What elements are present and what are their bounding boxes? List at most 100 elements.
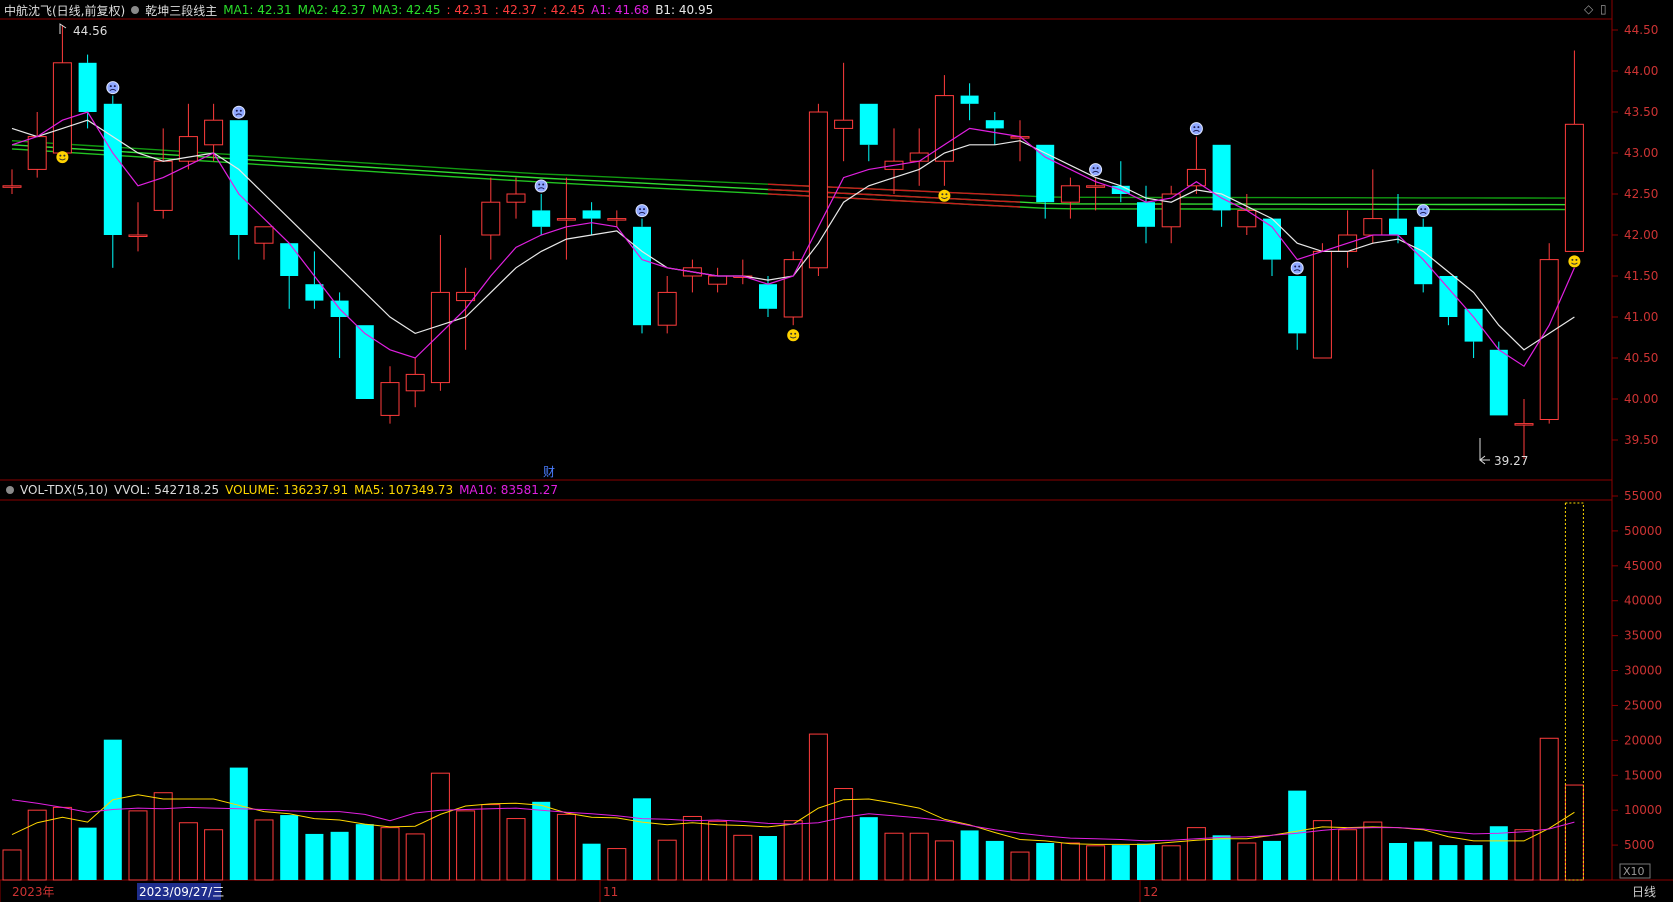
volume-tick-label: 45000 bbox=[1624, 559, 1662, 573]
volume-bar bbox=[1539, 737, 1559, 881]
volume-bar bbox=[1186, 827, 1206, 881]
volume-bar bbox=[607, 848, 627, 881]
candle-body bbox=[859, 103, 878, 145]
candle-body bbox=[280, 243, 299, 276]
volume-bar bbox=[78, 827, 97, 880]
candle bbox=[934, 75, 954, 186]
price-tick-label: 44.50 bbox=[1624, 23, 1658, 37]
candle-body bbox=[582, 210, 601, 219]
candle bbox=[2, 169, 22, 194]
volume-bar bbox=[1464, 845, 1483, 880]
volume-value: VOLUME: 136237.91 bbox=[225, 483, 349, 497]
candle bbox=[1439, 276, 1458, 326]
diamond-icon[interactable]: ◇ bbox=[1584, 2, 1593, 16]
ma1-value: MA1: 42.31 bbox=[223, 3, 292, 17]
sad-face bbox=[1290, 261, 1304, 275]
volume-bars[interactable] bbox=[2, 502, 1584, 881]
volume-bar bbox=[481, 804, 501, 881]
volume-bar bbox=[1111, 845, 1130, 880]
sad-face-icon bbox=[1089, 163, 1103, 177]
period-label[interactable]: 日线 bbox=[1632, 885, 1656, 899]
candle-body bbox=[1439, 276, 1458, 317]
price-tick-label: 43.50 bbox=[1624, 105, 1658, 119]
candle-body bbox=[607, 218, 627, 221]
candle bbox=[657, 276, 677, 334]
volume-bar bbox=[556, 813, 576, 881]
price-tick-label: 41.50 bbox=[1624, 269, 1658, 283]
sad-face-eye bbox=[639, 208, 641, 211]
candle-body bbox=[405, 373, 425, 392]
candle bbox=[708, 267, 728, 293]
chart-canvas[interactable]: 44.50 44.00 43.50 43.00 42.50 42.00 41.50 41.00… bbox=[0, 0, 1673, 902]
candlesticks[interactable] bbox=[2, 25, 1584, 459]
volume-bar bbox=[254, 819, 274, 881]
candle bbox=[1564, 50, 1584, 252]
volume-bar bbox=[204, 829, 224, 881]
candle bbox=[532, 194, 551, 235]
window-collapse-icon[interactable]: ▯ bbox=[1600, 2, 1607, 16]
volume-bar bbox=[405, 833, 425, 881]
candle bbox=[884, 128, 904, 194]
volume-indicator-name[interactable]: VOL-TDX(5,10) bbox=[20, 483, 108, 497]
volume-bar bbox=[2, 849, 22, 881]
candle bbox=[506, 177, 526, 219]
sad-face bbox=[1416, 204, 1430, 218]
r2-value: : 42.37 bbox=[494, 3, 537, 17]
date-axis-cursor: 2023/09/27/三 bbox=[139, 885, 224, 899]
volume-bar bbox=[1237, 842, 1257, 881]
smiley-eye bbox=[794, 332, 797, 335]
financial-report-marker[interactable]: 财 bbox=[543, 465, 555, 479]
sad-face-eye bbox=[109, 85, 112, 88]
candle-body bbox=[657, 291, 677, 326]
sad-face bbox=[232, 105, 246, 119]
volume-bar bbox=[985, 840, 1004, 880]
vol-ma10-value: MA10: 83581.27 bbox=[459, 483, 559, 497]
candle bbox=[78, 54, 97, 129]
smiley-icon bbox=[787, 329, 800, 342]
candle-body bbox=[1237, 209, 1257, 228]
candle-body bbox=[456, 291, 476, 302]
candle-body bbox=[1564, 123, 1584, 252]
indicator-toggle-icon[interactable] bbox=[131, 6, 140, 14]
volume-bar bbox=[430, 772, 450, 881]
volume-toggle-icon[interactable] bbox=[6, 486, 14, 494]
a1-value: A1: 41.68 bbox=[591, 3, 650, 17]
volume-bar bbox=[380, 827, 400, 881]
candle-body bbox=[1514, 423, 1534, 426]
candle-body bbox=[1389, 218, 1407, 235]
smiley-eye bbox=[59, 154, 62, 157]
volume-tick-label: 10000 bbox=[1624, 803, 1662, 817]
volume-bar bbox=[229, 767, 248, 880]
price-tick-label: 39.50 bbox=[1624, 433, 1658, 447]
indicator-name[interactable]: 乾坤三段线主 bbox=[145, 2, 217, 19]
stock-title[interactable]: 中航沈飞(日线,前复权) bbox=[4, 2, 125, 19]
sad-face-icon bbox=[1290, 261, 1304, 275]
candle-body bbox=[1186, 168, 1206, 187]
candle bbox=[1111, 161, 1130, 203]
sad-face-eye bbox=[1092, 167, 1095, 170]
candle-body bbox=[229, 120, 248, 235]
volume-bar bbox=[708, 820, 728, 881]
volume-bar bbox=[657, 839, 677, 881]
volume-axis: 55000 50000 45000 40000 35000 30000 25000 20000… bbox=[1624, 489, 1662, 852]
candle-body bbox=[128, 234, 148, 237]
candle-body bbox=[1414, 226, 1433, 285]
candle-body bbox=[254, 226, 274, 244]
volume-tick-label: 55000 bbox=[1624, 489, 1662, 503]
volume-tick-label: 20000 bbox=[1624, 733, 1662, 747]
volume-bar bbox=[1086, 845, 1106, 881]
price-tick-label: 40.50 bbox=[1624, 351, 1658, 365]
candle-body bbox=[52, 62, 72, 154]
volume-bar bbox=[808, 733, 828, 881]
ma2-value: MA2: 42.37 bbox=[297, 3, 367, 17]
sad-face-eye bbox=[1298, 265, 1301, 268]
volume-bar bbox=[280, 815, 299, 880]
candle-body bbox=[380, 382, 400, 416]
volume-bar bbox=[128, 810, 148, 881]
volume-tick-label: 25000 bbox=[1624, 698, 1662, 712]
candle-body bbox=[1489, 349, 1508, 416]
price-axis: 44.50 44.00 43.50 43.00 42.50 42.00 41.50 41.00… bbox=[1624, 23, 1658, 447]
candle-body bbox=[808, 111, 828, 269]
volume-tick-label: 40000 bbox=[1624, 594, 1662, 608]
date-axis-year: 2023年 bbox=[12, 885, 55, 899]
